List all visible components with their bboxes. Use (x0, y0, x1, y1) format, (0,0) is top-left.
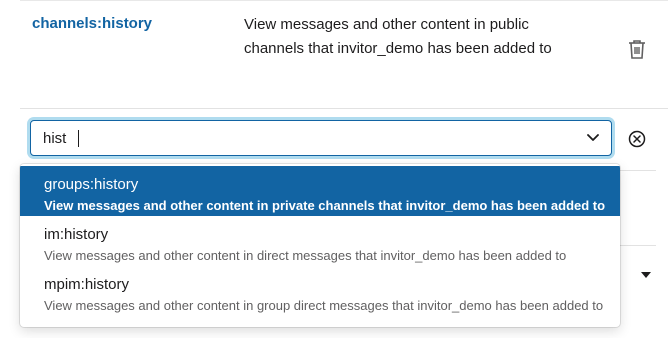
scope-dropdown-menu: groups:history View messages and other c… (20, 164, 620, 327)
close-circle-icon[interactable] (628, 130, 646, 148)
option-name: im:history (44, 226, 109, 243)
row-divider (20, 108, 668, 109)
option-description: View messages and other content in priva… (44, 198, 606, 213)
chevron-down-icon[interactable] (587, 133, 599, 143)
scope-name[interactable]: channels:history (32, 15, 152, 32)
trash-icon[interactable] (628, 39, 646, 59)
dropdown-option[interactable]: mpim:history View messages and other con… (20, 266, 620, 316)
dropdown-option[interactable]: groups:history View messages and other c… (20, 166, 620, 216)
option-description: View messages and other content in direc… (44, 248, 567, 263)
option-description: View messages and other content in group… (44, 298, 604, 313)
text-cursor (78, 130, 79, 147)
scope-row: channels:history View messages and other… (20, 0, 668, 109)
scope-description: View messages and other content in publi… (244, 16, 552, 57)
dropdown-option[interactable]: im:history View messages and other conte… (20, 216, 620, 266)
option-name: groups:history (44, 176, 139, 193)
caret-down-icon[interactable] (641, 272, 651, 278)
scope-search-input[interactable] (31, 121, 571, 155)
scope-search-combobox[interactable] (30, 120, 612, 156)
option-name: mpim:history (44, 276, 130, 293)
